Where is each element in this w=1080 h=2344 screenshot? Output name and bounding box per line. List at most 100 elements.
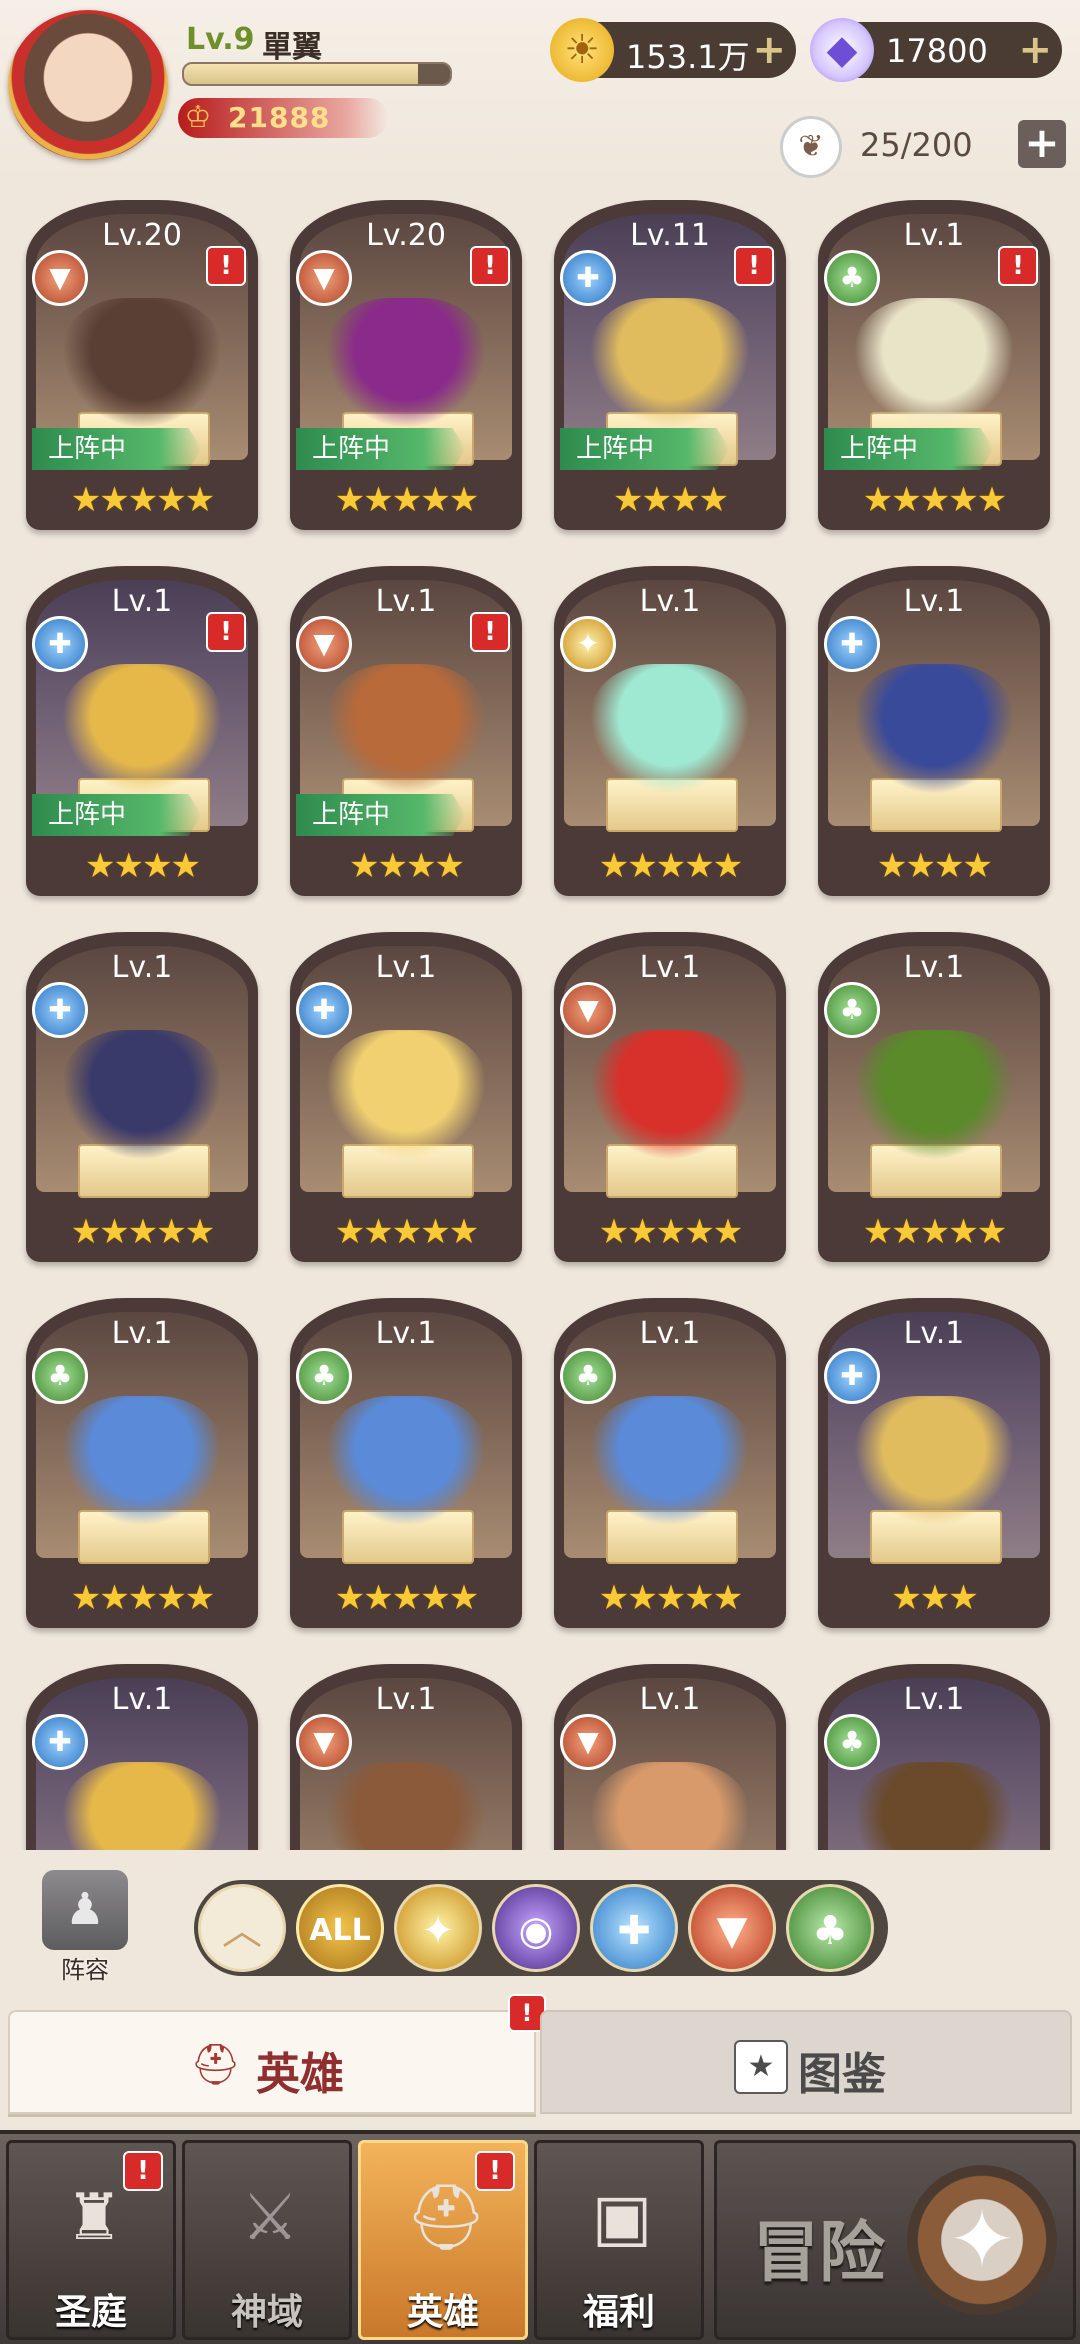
hero-level: Lv.1 [375,1316,437,1351]
filter-holy-button[interactable]: ✦ [394,1884,482,1972]
bottom-nav: ♜ 圣庭 ! ⚔ 神域 ⛑ 英雄 ! ▣ 福利 冒险 ✦ [0,2130,1080,2344]
filter-light-button[interactable]: ✚ [590,1884,678,1972]
nav-heroes[interactable]: ⛑ 英雄 ! [358,2140,528,2340]
deployed-badge: 上阵中 [296,428,466,470]
shield-cross-icon: ✚ [824,616,880,672]
hero-card[interactable]: Lv.1 ♣! 上阵中 ★★★★★ [814,200,1054,540]
hero-card[interactable]: Lv.1 ✚ ★★★ [814,1298,1054,1638]
hero-card[interactable]: Lv.1 ✚! 上阵中 ★★★★ [22,566,262,906]
add-gold-button[interactable]: + [752,28,786,72]
hero-stars: ★★★★★ [862,480,1007,520]
hero-card[interactable]: Lv.1 ♣ [814,1664,1054,1850]
hero-stars: ★★★★★ [70,1578,215,1618]
hero-card[interactable]: Lv.1 ✚ ★★★★★ [286,932,526,1272]
hero-card[interactable]: Lv.11 ✚! 上阵中 ★★★★ [550,200,790,540]
hero-card[interactable]: Lv.1 ▼ [550,1664,790,1850]
hero-level: Lv.1 [903,1682,965,1717]
team-lineup-label: 阵容 [61,1956,109,1984]
hero-card[interactable]: Lv.1 ▼! 上阵中 ★★★★ [286,566,526,906]
nav-sanctuary[interactable]: ♜ 圣庭 ! [6,2140,176,2340]
tree-icon: ♣ [824,250,880,306]
wolf-icon: ▼ [32,250,88,306]
treasure-chest-icon: ▣ [591,2181,653,2255]
wolf-icon: ▼ [560,1714,616,1770]
hero-sprite [326,1396,486,1526]
lock-swords-icon: ⚔ [241,2181,299,2255]
wolf-icon: ▼ [716,1908,748,1954]
hero-card[interactable]: Lv.1 ▼ ★★★★★ [550,932,790,1272]
nav-heroes-alert-badge: ! [475,2151,515,2191]
shield-cross-icon: ✚ [617,1908,651,1954]
hero-level: Lv.1 [375,950,437,985]
hero-alert-badge: ! [206,246,246,286]
combat-power: ♔ 21888 [178,98,388,138]
hero-stars: ★★★★ [85,846,201,886]
hero-level: Lv.1 [639,584,701,619]
hero-sprite [590,664,750,794]
team-lineup-button[interactable]: ♟ 阵容 [30,1870,140,1984]
hero-sprite [62,664,222,794]
nav-divine-realm[interactable]: ⚔ 神域 [182,2140,352,2340]
hero-card[interactable]: Lv.1 ♣ ★★★★★ [814,932,1054,1272]
gem-amount: 17800 [886,32,988,70]
filter-all-button[interactable]: ALL [296,1884,384,1972]
hero-card[interactable]: Lv.1 ♣ ★★★★★ [550,1298,790,1638]
add-gems-button[interactable]: + [1018,28,1052,72]
shield-cross-icon: ✚ [32,982,88,1038]
power-crown-icon: ♔ [184,100,212,135]
nav-welfare[interactable]: ▣ 福利 [534,2140,704,2340]
hero-card[interactable]: Lv.1 ✚ ★★★★★ [22,932,262,1272]
hero-sprite [590,1030,750,1160]
hero-alert-badge: ! [470,246,510,286]
tab-codex[interactable]: ★ 图鉴 [540,2010,1072,2114]
wolf-icon: ▼ [296,250,352,306]
hero-stars: ★★★★ [877,846,993,886]
hero-card[interactable]: Lv.20 ▼! 上阵中 ★★★★★ [286,200,526,540]
hero-sprite [854,1762,1014,1850]
hero-stars: ★★★★★ [598,846,743,886]
hero-card[interactable]: Lv.1 ♣ ★★★★★ [286,1298,526,1638]
hero-level: Lv.1 [111,950,173,985]
hero-capacity-value: 25/200 [860,126,973,164]
wolf-icon: ▼ [560,982,616,1038]
hero-card[interactable]: Lv.20 ▼! 上阵中 ★★★★★ [22,200,262,540]
expand-capacity-button[interactable]: + [1018,120,1066,168]
hero-sprite [590,298,750,428]
hero-stars: ★★★★★ [334,1212,479,1252]
exp-bar-fill [184,64,419,84]
nav-sanctuary-label: 圣庭 [54,2292,127,2333]
shield-cross-icon: ✚ [32,616,88,672]
filter-nature-button[interactable]: ♣ [786,1884,874,1972]
hero-card[interactable]: Lv.1 ▼ [286,1664,526,1850]
hero-capacity: ❦ 25/200 + [780,114,1066,178]
hero-card[interactable]: Lv.1 ✚ ★★★★ [814,566,1054,906]
nav-welfare-label: 福利 [582,2292,655,2333]
shield-cross-icon: ✚ [560,250,616,306]
player-avatar[interactable] [8,10,168,160]
sun-wing-icon: ✦ [421,1908,455,1954]
hero-stars: ★★★★★ [334,480,479,520]
hero-sprite [590,1762,750,1850]
collapse-filter-button[interactable]: ︿ [198,1884,286,1972]
nav-sanctuary-alert-badge: ! [123,2151,163,2191]
adventure-button[interactable]: 冒险 ✦ [714,2140,1076,2340]
filter-dark-button[interactable]: ◉ [492,1884,580,1972]
shield-cross-icon: ✚ [824,1348,880,1404]
filter-fire-button[interactable]: ▼ [688,1884,776,1972]
hero-card[interactable]: Lv.1 ♣ ★★★★★ [22,1298,262,1638]
sun-wing-icon: ✦ [560,616,616,672]
deployed-badge: 上阵中 [560,428,730,470]
hero-stars: ★★★ [891,1578,978,1618]
hero-stars: ★★★★★ [70,480,215,520]
filter-bar: ♟ 阵容 ︿ ALL ✦ ◉ ✚ ▼ ♣ [0,1860,1080,1990]
tree-icon: ♣ [824,982,880,1038]
hero-stars: ★★★★★ [598,1212,743,1252]
hero-level: Lv.1 [375,1682,437,1717]
hero-sprite [62,1762,222,1850]
hero-stars: ★★★★★ [70,1212,215,1252]
leaf-badge-icon: ❦ [780,116,842,178]
tab-heroes[interactable]: ⛑ 英雄 [8,2010,536,2114]
hero-stars: ★★★★★ [862,1212,1007,1252]
hero-card[interactable]: Lv.1 ✦ ★★★★★ [550,566,790,906]
hero-card[interactable]: Lv.1 ✚ [22,1664,262,1850]
